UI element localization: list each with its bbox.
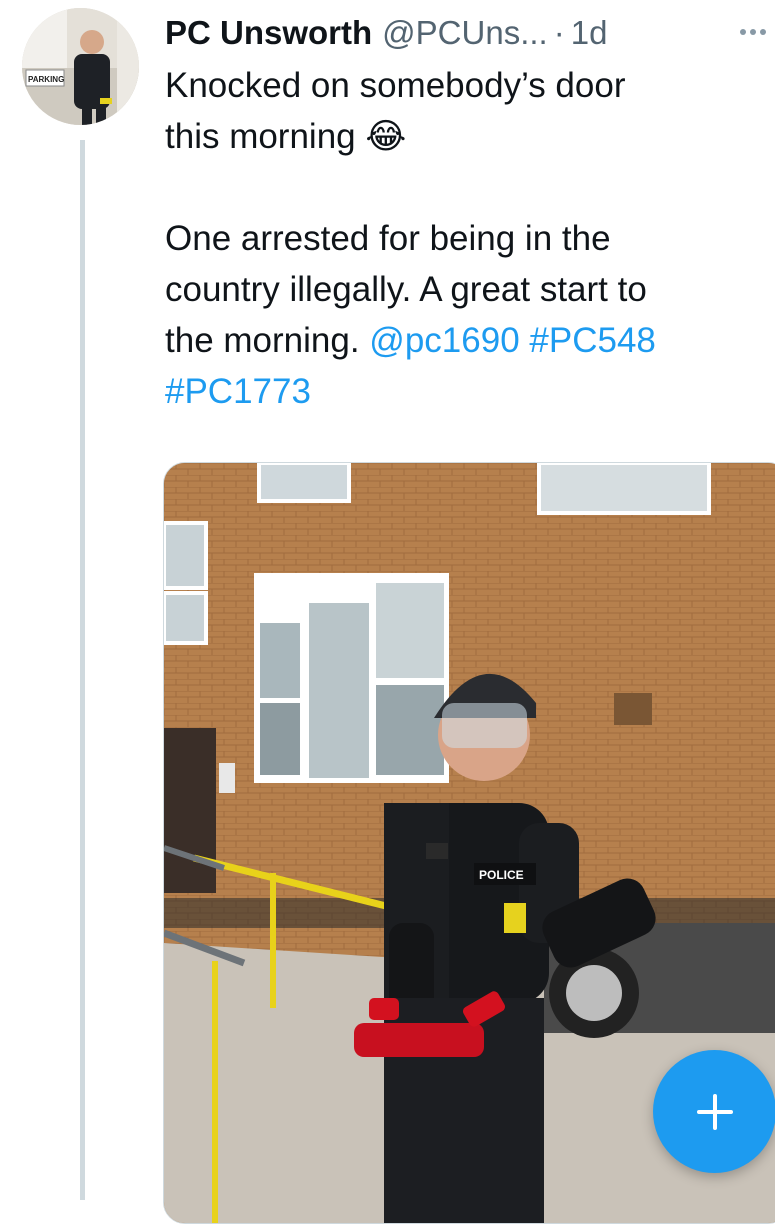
tweet-text-fragment: the morning. (165, 321, 360, 360)
vest-police-label: POLICE (479, 868, 524, 882)
avatar-image: PARKING (22, 8, 139, 125)
tweet-text-line: this morning 😂 (165, 117, 407, 156)
compose-button[interactable] (653, 1050, 775, 1173)
tweet-text-line: One arrested for being in the (165, 219, 611, 258)
tweet-text-line: #PC1773 (165, 366, 770, 417)
hashtag-link[interactable]: #PC1773 (165, 372, 311, 411)
timestamp[interactable]: 1d (571, 14, 608, 52)
tweet-text-line: country illegally. A great start to (165, 270, 647, 309)
avatar[interactable]: PARKING (22, 8, 139, 125)
plus-icon (696, 1093, 733, 1130)
tweet-text-line: the morning. @pc1690 #PC548 (165, 315, 770, 366)
separator-dot: · (553, 14, 565, 51)
thread-connector-line (80, 140, 85, 1200)
more-horizontal-icon[interactable] (733, 10, 773, 50)
author-name[interactable]: PC Unsworth (165, 14, 372, 52)
tweet-text: Knocked on somebody’s door this morning … (165, 60, 770, 417)
avatar-sign-text: PARKING (28, 75, 64, 84)
tweet-header: PC Unsworth @PCUns... · 1d (165, 8, 775, 58)
hashtag-link[interactable]: #PC548 (529, 321, 655, 360)
tweet-text-line: Knocked on somebody’s door (165, 66, 626, 105)
author-handle[interactable]: @PCUns... (382, 14, 548, 52)
mention-link[interactable]: @pc1690 (369, 321, 519, 360)
